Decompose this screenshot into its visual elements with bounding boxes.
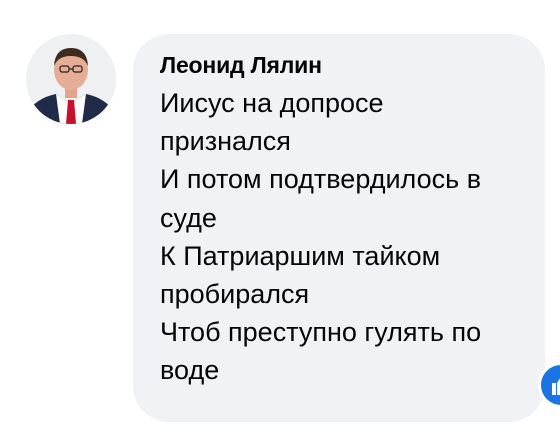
comment-line: признался (160, 126, 291, 157)
comment-bubble: Леонид Лялин Иисус на допросе признался … (133, 34, 545, 422)
avatar[interactable] (26, 34, 116, 124)
comment-line: Чтоб преступно гулять по (160, 317, 482, 348)
comment-line: пробирался (160, 279, 310, 310)
comment-line: суде (160, 202, 217, 233)
comment-line: К Патриаршим тайком (160, 240, 441, 271)
comment-text: Иисус на допросе признался И потом подтв… (160, 84, 523, 390)
comment-line: И потом подтвердилось в (160, 164, 482, 195)
comment-line: воде (160, 355, 220, 386)
like-reaction-badge[interactable] (538, 362, 560, 408)
author-name[interactable]: Леонид Лялин (160, 51, 523, 79)
profile-photo (26, 34, 116, 124)
comment-line: Иисус на допросе (160, 88, 384, 118)
like-icon (552, 378, 560, 395)
